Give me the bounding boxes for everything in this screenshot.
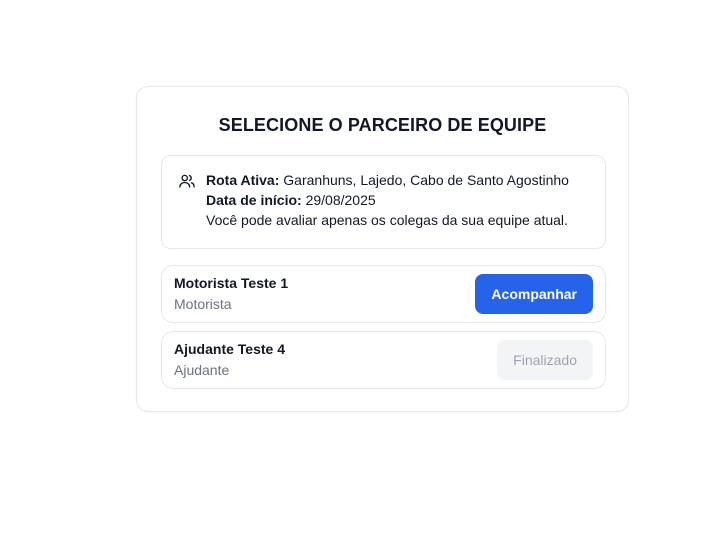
team-note: Você pode avaliar apenas os colegas da s… xyxy=(206,212,568,228)
route-label: Rota Ativa: xyxy=(206,172,280,188)
partner-row: Motorista Teste 1 Motorista Acompanhar xyxy=(161,265,606,323)
start-date-value: 29/08/2025 xyxy=(305,192,376,208)
route-line: Rota Ativa: Garanhuns, Lajedo, Cabo de S… xyxy=(206,170,569,190)
partner-role: Motorista xyxy=(174,296,232,312)
follow-button[interactable]: Acompanhar xyxy=(475,274,593,314)
partner-row: Ajudante Teste 4 Ajudante Finalizado xyxy=(161,331,606,389)
route-info-text: Rota Ativa: Garanhuns, Lajedo, Cabo de S… xyxy=(206,170,569,230)
partner-name: Ajudante Teste 4 xyxy=(174,341,285,357)
partner-role: Ajudante xyxy=(174,362,230,378)
partner-name: Motorista Teste 1 xyxy=(174,275,289,291)
users-icon xyxy=(178,172,196,190)
partner-selection-card: SELECIONE O PARCEIRO DE EQUIPE Rota Ativ… xyxy=(136,86,629,412)
start-date-label: Data de início: xyxy=(206,192,302,208)
finished-button: Finalizado xyxy=(497,340,593,380)
route-info-box: Rota Ativa: Garanhuns, Lajedo, Cabo de S… xyxy=(161,155,606,249)
route-value: Garanhuns, Lajedo, Cabo de Santo Agostin… xyxy=(283,172,569,188)
page-title: SELECIONE O PARCEIRO DE EQUIPE xyxy=(218,115,547,135)
start-date-line: Data de início: 29/08/2025 xyxy=(206,190,569,210)
